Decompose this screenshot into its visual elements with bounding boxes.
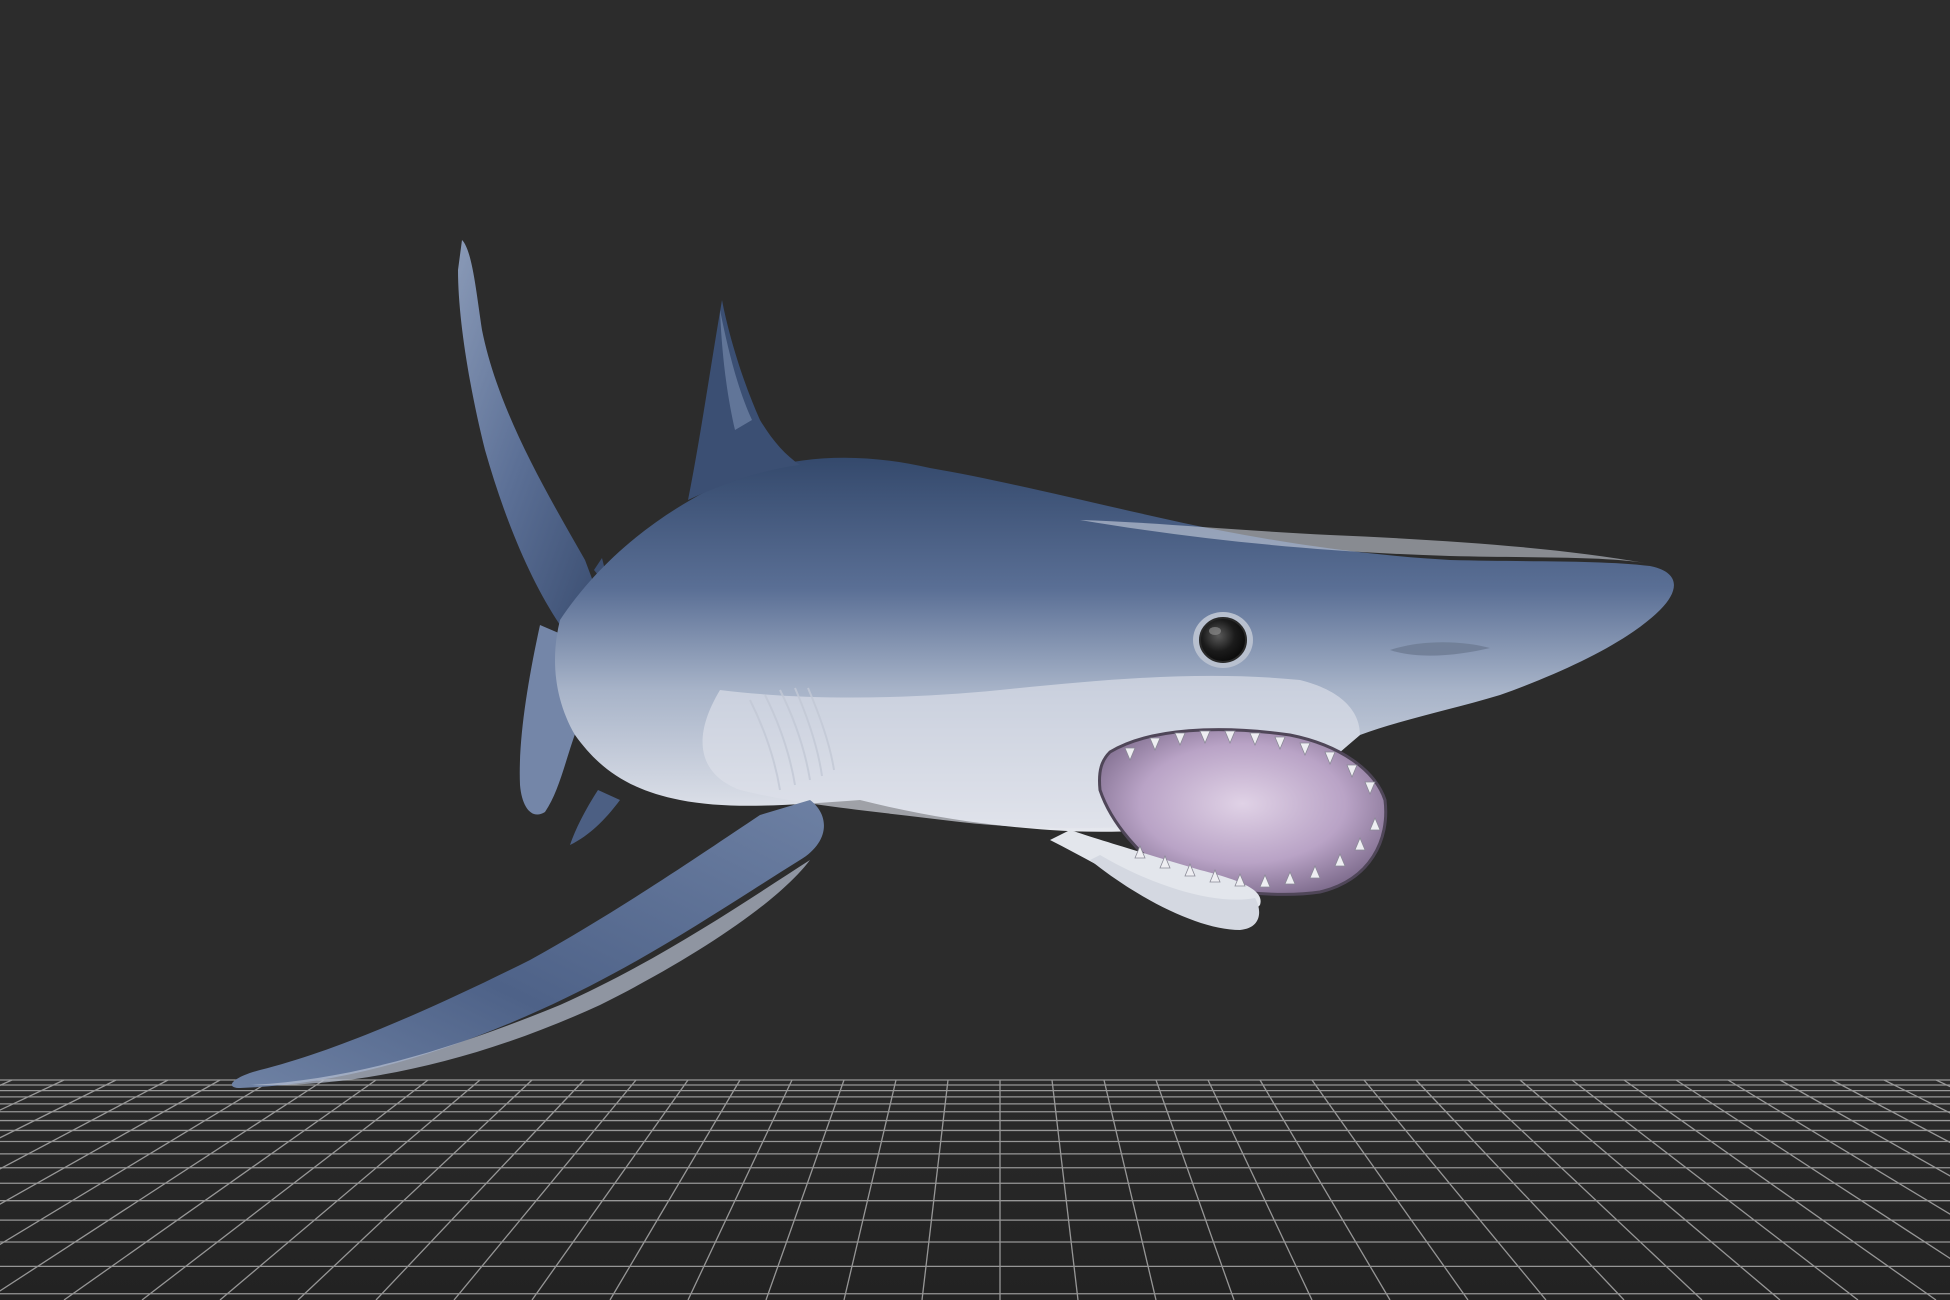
eye-ball	[1199, 617, 1247, 663]
upper-tail-fin	[458, 240, 600, 625]
floor-grid	[0, 1079, 1950, 1300]
eye-glint	[1209, 627, 1221, 635]
3d-viewport[interactable]	[0, 0, 1950, 1300]
eye	[1193, 612, 1253, 668]
viewport-scene[interactable]	[0, 0, 1950, 1300]
shark-model[interactable]	[231, 240, 1674, 1088]
pectoral-fin	[231, 800, 824, 1088]
pelvic-fin	[570, 790, 620, 845]
